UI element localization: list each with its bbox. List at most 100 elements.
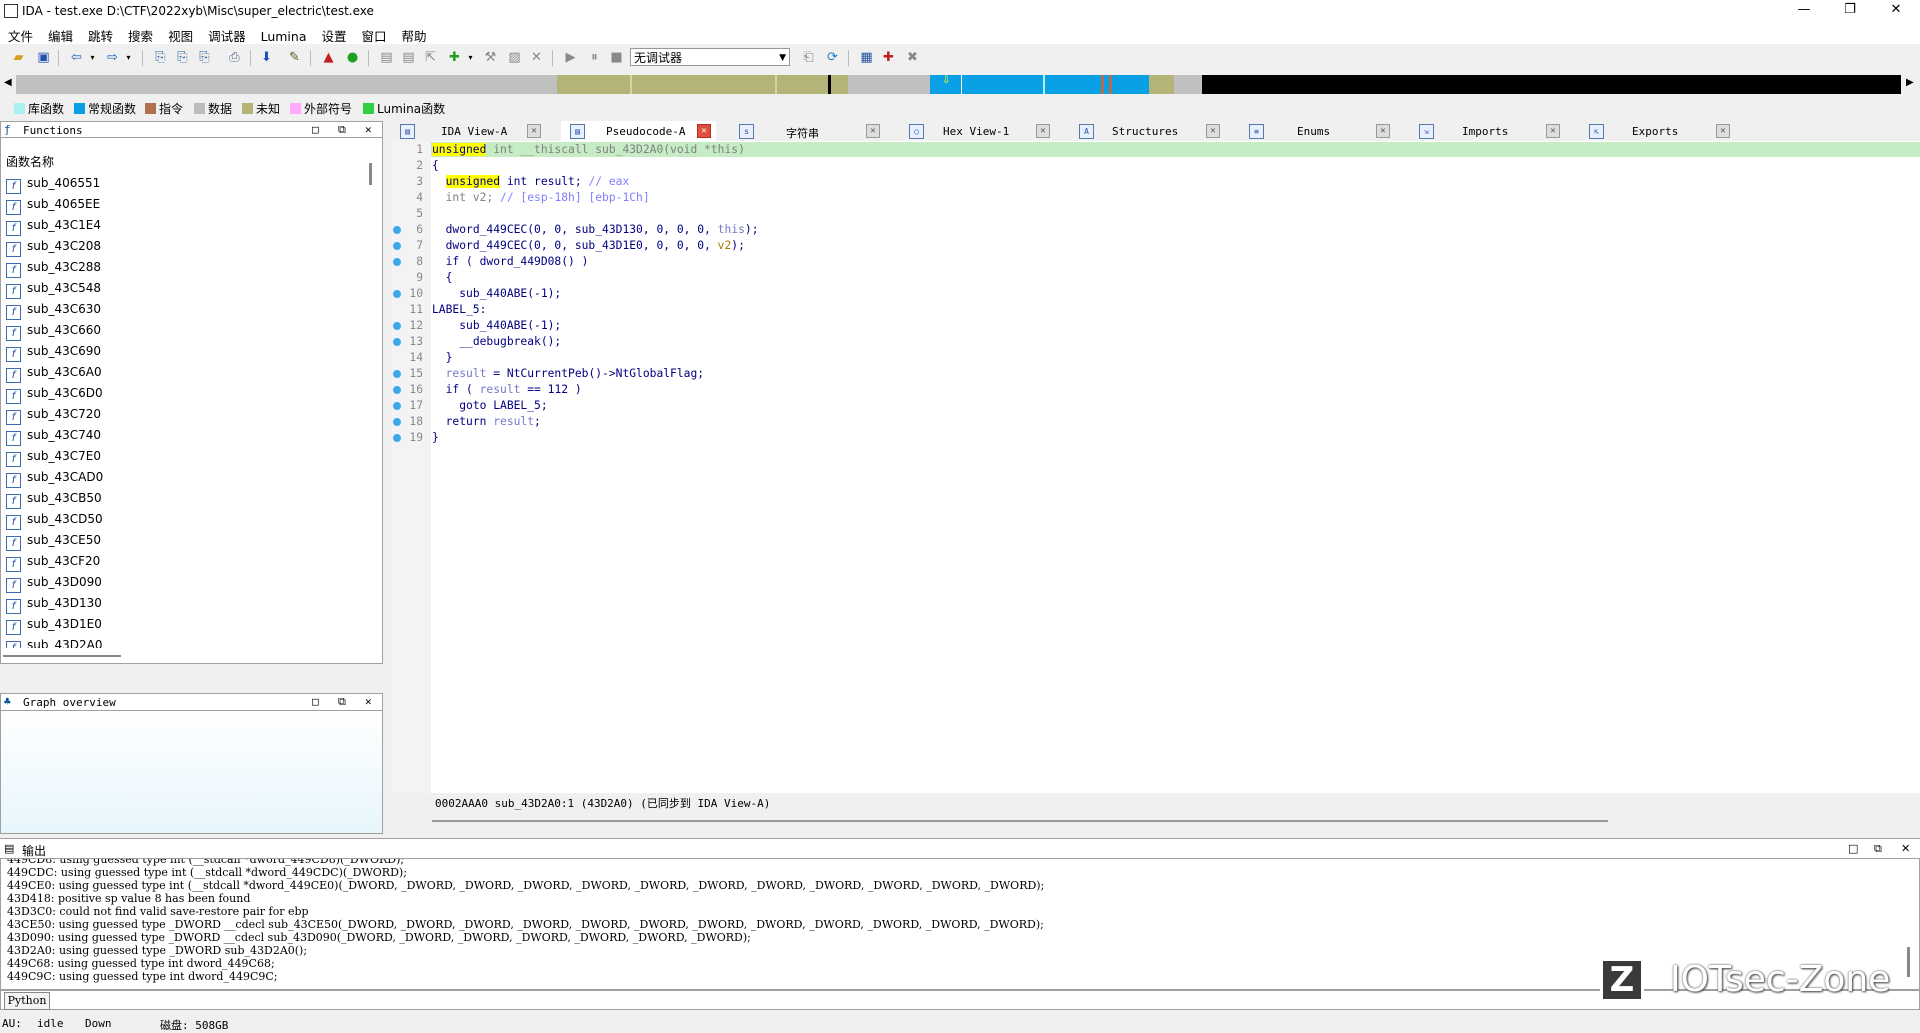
- code-line[interactable]: 9 {: [391, 270, 814, 286]
- remove-breakpoint-icon[interactable]: ✖: [904, 49, 921, 66]
- add-dropdown-icon[interactable]: ▾: [462, 49, 479, 66]
- menu-search[interactable]: 搜索: [120, 22, 160, 45]
- add-breakpoint-icon[interactable]: ✚: [880, 49, 897, 66]
- patch-icon[interactable]: ⚒: [482, 49, 499, 66]
- green-dot-icon[interactable]: ●: [344, 49, 361, 66]
- text-search-icon[interactable]: ⎘: [152, 49, 169, 66]
- function-row[interactable]: f sub_43D1E0: [6, 617, 102, 638]
- attach-icon[interactable]: ⎗: [800, 49, 817, 66]
- function-row[interactable]: fsub_43D2A0: [6, 638, 102, 648]
- forward-dropdown-icon[interactable]: ▾: [120, 49, 137, 66]
- graph-red-icon[interactable]: ▲: [320, 49, 337, 66]
- function-row[interactable]: f sub_43C6A0: [6, 365, 102, 386]
- function-row[interactable]: f sub_43C630: [6, 302, 101, 323]
- output-scrollbar[interactable]: [1907, 947, 1910, 977]
- tab-close-button[interactable]: ✕: [1716, 124, 1730, 138]
- menu-edit[interactable]: 编辑: [40, 22, 80, 45]
- stop-icon[interactable]: ■: [608, 49, 625, 66]
- menu-file[interactable]: 文件: [0, 22, 40, 45]
- function-row[interactable]: f sub_43CD50: [6, 512, 103, 533]
- panel-float-button[interactable]: ⧉: [338, 695, 346, 709]
- tab-close-button[interactable]: ✕: [1036, 124, 1050, 138]
- panel-maximize-button[interactable]: □: [1848, 842, 1858, 855]
- pseudocode-hscrollbar[interactable]: [432, 820, 1608, 822]
- function-row[interactable]: f sub_43C740: [6, 428, 101, 449]
- undefine-icon[interactable]: ▨: [506, 49, 523, 66]
- nav-right-arrow-icon[interactable]: ▶: [1906, 77, 1914, 88]
- code-line[interactable]: 1 unsigned int __thiscall sub_43D2A0(void…: [391, 142, 814, 158]
- make-code-icon[interactable]: ▤: [378, 49, 395, 66]
- function-row[interactable]: f sub_4065EE: [6, 197, 100, 218]
- code-line[interactable]: 5: [391, 206, 814, 222]
- code-line[interactable]: 3 unsigned int result; // eax: [391, 174, 814, 190]
- pause-icon[interactable]: ⏸: [586, 49, 603, 66]
- function-row[interactable]: f sub_43C1E4: [6, 218, 101, 239]
- breakpoints-icon[interactable]: ▦: [858, 49, 875, 66]
- close-button[interactable]: ✕: [1873, 0, 1919, 22]
- function-row[interactable]: f sub_43D090: [6, 575, 102, 596]
- function-row[interactable]: f sub_43C548: [6, 281, 101, 302]
- function-row[interactable]: f sub_43CB50: [6, 491, 102, 512]
- run-icon[interactable]: ▶: [562, 49, 579, 66]
- panel-close-button[interactable]: ✕: [365, 123, 372, 136]
- function-row[interactable]: f sub_43C288: [6, 260, 101, 281]
- make-string-icon[interactable]: ⇱: [422, 49, 439, 66]
- code-line[interactable]: 12 sub_440ABE(-1);: [391, 318, 814, 334]
- tab-imports[interactable]: ⇲ Imports ✕: [1410, 121, 1565, 141]
- tab-close-button[interactable]: ✕: [1206, 124, 1220, 138]
- function-row[interactable]: f sub_43C660: [6, 323, 101, 344]
- code-line[interactable]: 14 }: [391, 350, 814, 366]
- tab-enums[interactable]: ≡ Enums ✕: [1240, 121, 1395, 141]
- back-dropdown-icon[interactable]: ▾: [84, 49, 101, 66]
- pseudocode-view[interactable]: 1 unsigned int __thiscall sub_43D2A0(void…: [391, 141, 1920, 813]
- function-row[interactable]: f sub_43C7E0: [6, 449, 101, 470]
- functions-hscrollbar[interactable]: [3, 655, 121, 657]
- minimize-button[interactable]: —: [1781, 0, 1827, 22]
- function-row[interactable]: f sub_43CAD0: [6, 470, 103, 491]
- function-row[interactable]: f sub_43C208: [6, 239, 101, 260]
- delete-icon[interactable]: ✕: [528, 49, 545, 66]
- code-line[interactable]: 19}: [391, 430, 814, 446]
- function-row[interactable]: f sub_43CE50: [6, 533, 101, 554]
- code-line[interactable]: 13 __debugbreak();: [391, 334, 814, 350]
- python-language-button[interactable]: Python: [4, 992, 50, 1010]
- function-row[interactable]: f sub_43CF20: [6, 554, 100, 575]
- tab-exports[interactable]: ⇱ Exports ✕: [1580, 121, 1735, 141]
- code-line[interactable]: 16 if ( result == 112 ): [391, 382, 814, 398]
- code-line[interactable]: 10 sub_440ABE(-1);: [391, 286, 814, 302]
- tab-close-button[interactable]: ✕: [1546, 124, 1560, 138]
- function-row[interactable]: f sub_406551: [6, 176, 100, 197]
- tab-close-button[interactable]: ✕: [1376, 124, 1390, 138]
- code-line[interactable]: 7 dword_449CEC(0, 0, sub_43D1E0, 0, 0, 0…: [391, 238, 814, 254]
- panel-float-button[interactable]: ⧉: [1874, 842, 1882, 856]
- refresh-icon[interactable]: ⟳: [824, 49, 841, 66]
- restore-button[interactable]: ❐: [1827, 0, 1873, 22]
- panel-maximize-button[interactable]: □: [312, 695, 319, 708]
- forward-icon[interactable]: ⇨: [104, 49, 121, 66]
- tab-close-button[interactable]: ✕: [866, 124, 880, 138]
- functions-scrollbar[interactable]: [369, 163, 372, 185]
- rename-icon[interactable]: ✎: [286, 49, 303, 66]
- tab-hex-view-1[interactable]: ○ Hex View-1 ✕: [900, 121, 1055, 141]
- function-row[interactable]: f sub_43C690: [6, 344, 101, 365]
- nav-left-arrow-icon[interactable]: ◀: [4, 77, 12, 88]
- tab-structures[interactable]: A Structures ✕: [1070, 121, 1225, 141]
- menu-options[interactable]: 设置: [314, 22, 354, 45]
- save-icon[interactable]: ▣: [35, 49, 52, 66]
- function-row[interactable]: f sub_43C720: [6, 407, 101, 428]
- panel-float-button[interactable]: ⧉: [338, 123, 346, 137]
- tab-ida-view-a[interactable]: ▤ IDA View-A ✕: [391, 121, 546, 141]
- search-next-icon[interactable]: ⎙: [226, 49, 243, 66]
- panel-close-button[interactable]: ✕: [1901, 842, 1910, 855]
- make-data-icon[interactable]: ▤: [400, 49, 417, 66]
- functions-list[interactable]: 函数名称 f sub_406551 f sub_4065EE f sub_43C1E4…: [0, 137, 383, 664]
- code-line[interactable]: 2{: [391, 158, 814, 174]
- function-row[interactable]: f sub_43D130: [6, 596, 102, 617]
- immediate-search-icon[interactable]: ⎘: [196, 49, 213, 66]
- open-icon[interactable]: ▰: [10, 49, 27, 66]
- code-line[interactable]: 6 dword_449CEC(0, 0, sub_43D130, 0, 0, 0…: [391, 222, 814, 238]
- add-struct-icon[interactable]: ✚: [446, 49, 463, 66]
- navigation-bar[interactable]: ⇩: [16, 75, 1901, 94]
- menu-view[interactable]: 视图: [160, 22, 200, 45]
- graph-overview-area[interactable]: [0, 710, 383, 834]
